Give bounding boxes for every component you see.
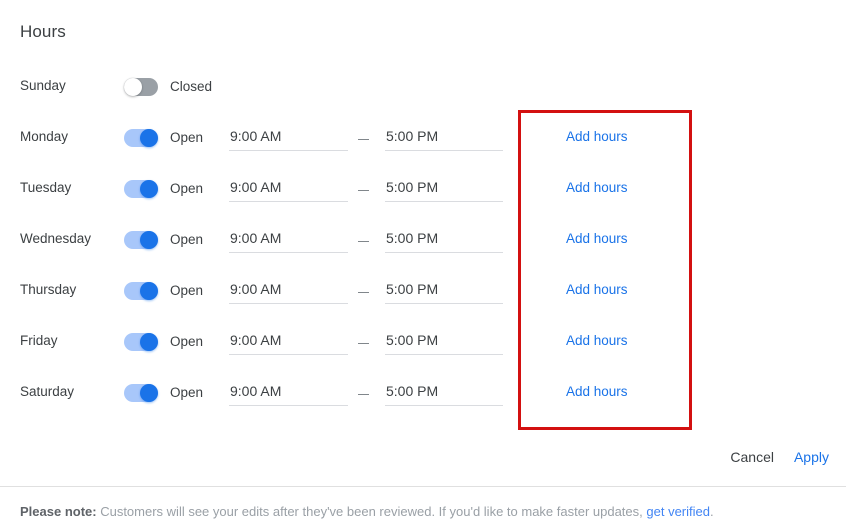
table-row: Sunday Closed	[0, 64, 846, 115]
open-state-label: Open	[170, 334, 204, 349]
table-row: Thursday Open 9:00 AM 5:00 PM Add hours	[0, 268, 846, 319]
day-label: Monday	[20, 129, 69, 144]
close-time-value: 5:00 PM	[386, 179, 439, 195]
close-time-input[interactable]: 5:00 PM	[385, 276, 503, 304]
day-label: Wednesday	[20, 231, 92, 246]
open-state-label: Open	[170, 181, 204, 196]
day-label: Saturday	[20, 384, 75, 399]
add-hours-link[interactable]: Add hours	[566, 281, 628, 299]
footer-note-suffix: .	[709, 504, 714, 519]
open-time-value: 9:00 AM	[230, 281, 282, 297]
toggle-knob	[140, 129, 158, 147]
close-time-input[interactable]: 5:00 PM	[385, 225, 503, 253]
time-range-dash	[358, 229, 372, 242]
open-time-input[interactable]: 9:00 AM	[229, 276, 348, 304]
footer-note: Please note: Customers will see your edi…	[20, 503, 714, 521]
table-row: Saturday Open 9:00 AM 5:00 PM Add hours	[0, 370, 846, 421]
open-time-value: 9:00 AM	[230, 230, 282, 246]
open-time-input[interactable]: 9:00 AM	[229, 174, 348, 202]
hours-list: Sunday Closed Monday Open 9:00 AM 5:00 P…	[0, 64, 846, 421]
table-row: Friday Open 9:00 AM 5:00 PM Add hours	[0, 319, 846, 370]
close-time-value: 5:00 PM	[386, 281, 439, 297]
close-time-value: 5:00 PM	[386, 230, 439, 246]
open-closed-toggle-saturday[interactable]	[124, 384, 158, 402]
add-hours-link[interactable]: Add hours	[566, 179, 628, 197]
footer-note-strong: Please note:	[20, 504, 97, 519]
day-label: Friday	[20, 333, 58, 348]
day-label: Tuesday	[20, 180, 72, 195]
open-closed-toggle-wednesday[interactable]	[124, 231, 158, 249]
toggle-knob	[140, 180, 158, 198]
open-time-input[interactable]: 9:00 AM	[229, 327, 348, 355]
open-closed-toggle-monday[interactable]	[124, 129, 158, 147]
table-row: Tuesday Open 9:00 AM 5:00 PM Add hours	[0, 166, 846, 217]
cancel-button[interactable]: Cancel	[730, 446, 774, 468]
close-time-value: 5:00 PM	[386, 332, 439, 348]
open-time-input[interactable]: 9:00 AM	[229, 123, 348, 151]
time-range-dash	[358, 127, 372, 140]
open-state-label: Open	[170, 130, 204, 145]
table-row: Wednesday Open 9:00 AM 5:00 PM Add hours	[0, 217, 846, 268]
add-hours-link[interactable]: Add hours	[566, 383, 628, 401]
close-time-input[interactable]: 5:00 PM	[385, 378, 503, 406]
get-verified-link[interactable]: get verified	[646, 504, 710, 519]
toggle-knob	[140, 282, 158, 300]
toggle-knob	[140, 231, 158, 249]
open-time-value: 9:00 AM	[230, 332, 282, 348]
footer-note-text: Customers will see your edits after they…	[96, 504, 647, 519]
open-time-value: 9:00 AM	[230, 383, 282, 399]
add-hours-link[interactable]: Add hours	[566, 230, 628, 248]
day-label: Sunday	[20, 78, 66, 93]
close-time-input[interactable]: 5:00 PM	[385, 174, 503, 202]
open-state-label: Open	[170, 283, 204, 298]
table-row: Monday Open 9:00 AM 5:00 PM Add hours	[0, 115, 846, 166]
close-time-value: 5:00 PM	[386, 128, 439, 144]
time-range-dash	[358, 382, 372, 395]
open-time-input[interactable]: 9:00 AM	[229, 225, 348, 253]
apply-button[interactable]: Apply	[794, 446, 829, 468]
close-time-value: 5:00 PM	[386, 383, 439, 399]
toggle-knob	[124, 78, 142, 96]
open-state-label: Open	[170, 232, 204, 247]
time-range-dash	[358, 280, 372, 293]
toggle-knob	[140, 333, 158, 351]
footer-divider	[0, 486, 846, 487]
open-state-label: Closed	[170, 79, 213, 94]
add-hours-link[interactable]: Add hours	[566, 128, 628, 146]
open-closed-toggle-friday[interactable]	[124, 333, 158, 351]
add-hours-link[interactable]: Add hours	[566, 332, 628, 350]
close-time-input[interactable]: 5:00 PM	[385, 123, 503, 151]
open-closed-toggle-tuesday[interactable]	[124, 180, 158, 198]
close-time-input[interactable]: 5:00 PM	[385, 327, 503, 355]
open-closed-toggle-sunday[interactable]	[124, 78, 158, 96]
open-time-input[interactable]: 9:00 AM	[229, 378, 348, 406]
open-state-label: Open	[170, 385, 204, 400]
time-range-dash	[358, 331, 372, 344]
open-time-value: 9:00 AM	[230, 128, 282, 144]
time-range-dash	[358, 178, 372, 191]
open-closed-toggle-thursday[interactable]	[124, 282, 158, 300]
toggle-knob	[140, 384, 158, 402]
dialog-actions: Cancel Apply	[0, 446, 846, 486]
day-label: Thursday	[20, 282, 77, 297]
open-time-value: 9:00 AM	[230, 179, 282, 195]
page-title: Hours	[20, 22, 66, 41]
